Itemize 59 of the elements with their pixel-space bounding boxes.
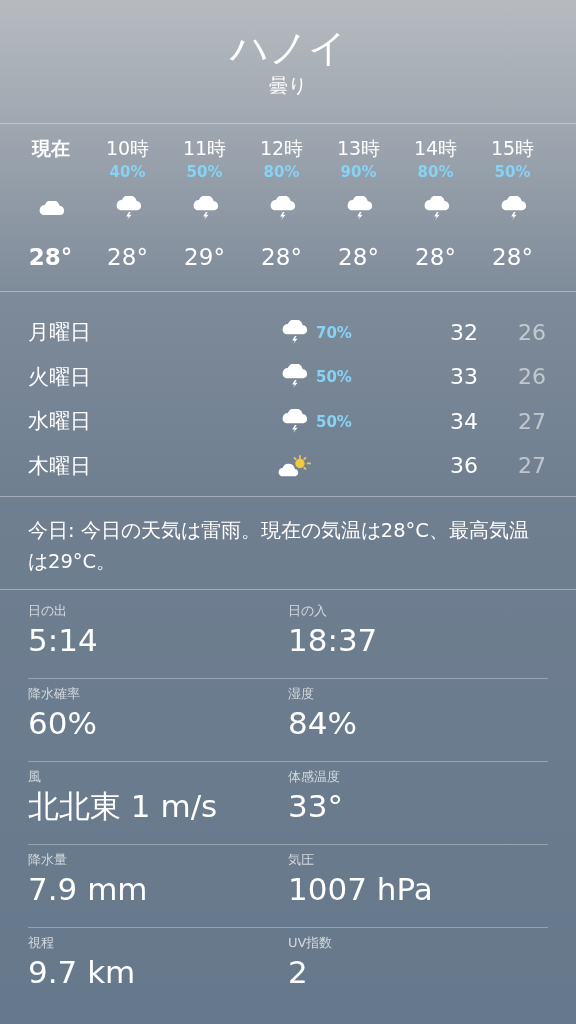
precipitation-chance: 50%	[316, 412, 352, 431]
detail-label: 降水量	[28, 851, 68, 869]
hour-label: 現在	[31, 136, 70, 161]
detail-value: 60%	[28, 704, 98, 743]
city-name: ハノイ	[229, 25, 347, 72]
hour-temperature: 28°	[261, 243, 302, 272]
hour-label: 11時	[182, 136, 227, 161]
detail-label: UV指数	[288, 934, 334, 952]
weather-condition: 曇り	[269, 73, 307, 98]
detail-label: 視程	[28, 934, 55, 952]
high-temperature: 32	[450, 319, 478, 345]
detail-label: 風	[28, 768, 42, 786]
low-temperature: 26	[518, 364, 546, 390]
forecast-summary: 今日: 今日の天気は雷雨。現在の気温は28°C、最高気温は29°C。	[28, 518, 530, 575]
detail-value: 2	[288, 953, 309, 992]
detail-value: 1007 hPa	[288, 870, 434, 909]
day-name: 水曜日	[27, 408, 92, 436]
high-temperature: 36	[450, 453, 478, 479]
hour-label: 12時	[259, 136, 304, 161]
day-name: 木曜日	[27, 452, 92, 480]
day-name: 火曜日	[27, 363, 92, 391]
precipitation-chance: 40%	[109, 163, 146, 181]
precipitation-chance: 70%	[316, 323, 352, 342]
detail-label: 湿度	[288, 685, 315, 703]
hour-temperature: 28°	[492, 243, 533, 272]
detail-label: 気圧	[288, 851, 315, 869]
hour-temperature: 28°	[28, 243, 73, 272]
day-name: 月曜日	[27, 319, 92, 347]
detail-label: 日の出	[28, 602, 68, 620]
high-temperature: 33	[450, 364, 478, 390]
precipitation-chance: 90%	[340, 163, 377, 181]
partly-sunny-icon	[277, 453, 311, 478]
low-temperature: 27	[518, 453, 546, 479]
hour-temperature: 28°	[415, 243, 456, 272]
detail-value: 84%	[288, 704, 358, 743]
high-temperature: 34	[450, 408, 478, 434]
detail-value: 5:14	[28, 621, 99, 660]
low-temperature: 27	[518, 408, 546, 434]
hour-label: 14時	[413, 136, 458, 161]
hour-label: 13時	[336, 136, 381, 161]
detail-value: 33°	[288, 787, 344, 826]
hour-temperature: 28°	[107, 243, 148, 272]
detail-label: 降水確率	[28, 685, 81, 703]
hour-temperature: 28°	[338, 243, 379, 272]
precipitation-chance: 50%	[316, 368, 352, 387]
hour-temperature: 29°	[184, 243, 225, 272]
detail-value: 9.7 km	[28, 953, 137, 992]
precipitation-chance: 80%	[263, 163, 300, 181]
detail-value: 北北東 1 m/s	[28, 787, 219, 826]
precipitation-chance: 50%	[186, 163, 223, 181]
detail-value: 18:37	[288, 621, 379, 660]
hour-label: 10時	[105, 136, 150, 161]
precipitation-chance: 50%	[494, 163, 531, 181]
hour-label: 15時	[490, 136, 535, 161]
detail-label: 体感温度	[288, 768, 341, 786]
detail-value: 7.9 mm	[28, 870, 149, 909]
low-temperature: 26	[518, 319, 546, 345]
precipitation-chance: 80%	[417, 163, 454, 181]
detail-label: 日の入	[288, 602, 328, 620]
